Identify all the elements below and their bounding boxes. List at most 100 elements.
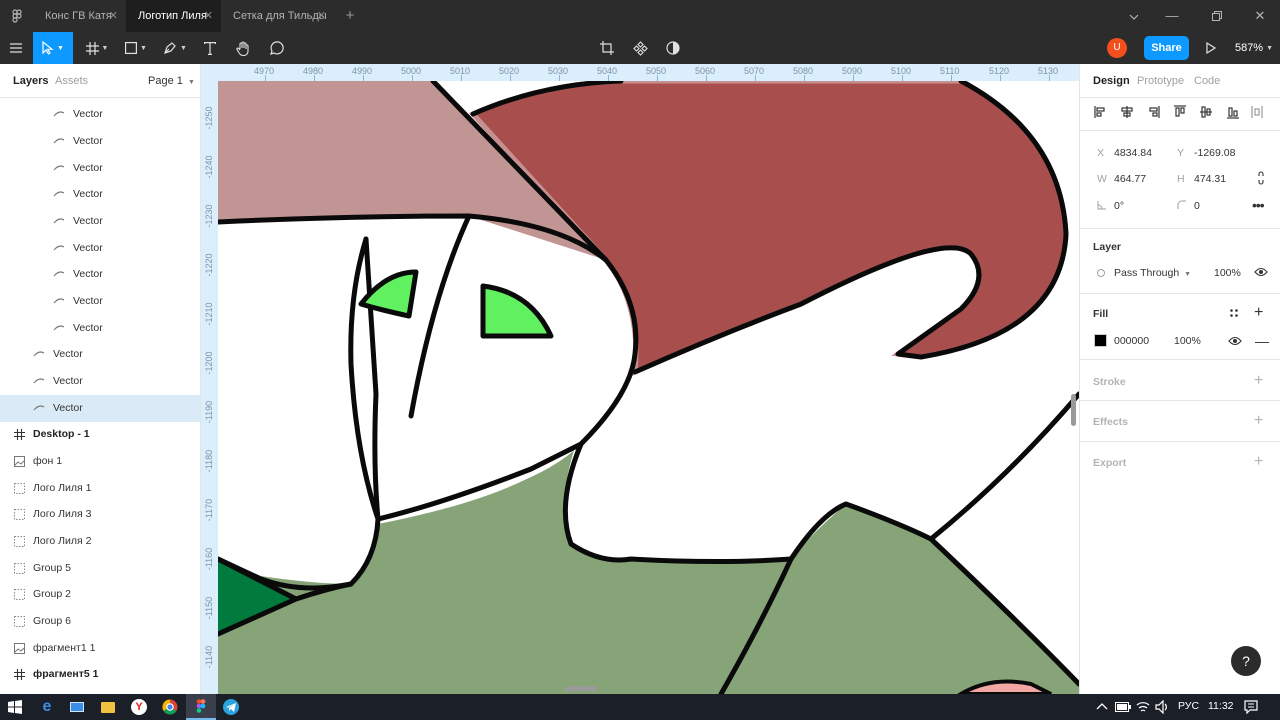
- layer-row[interactable]: фон 1: [0, 448, 200, 475]
- canvas[interactable]: 4970 4980 4990 5000 5010 5020 5030 5040 5050 5060…: [201, 64, 1079, 694]
- figma-app-icon[interactable]: [186, 694, 216, 720]
- tabs-dropdown-button[interactable]: [1116, 0, 1152, 32]
- close-window-button[interactable]: ✕: [1242, 0, 1278, 32]
- x-input[interactable]: 4834.84: [1114, 147, 1152, 159]
- tab-code[interactable]: Code: [1194, 75, 1220, 87]
- battery-icon[interactable]: [1115, 702, 1131, 712]
- comment-icon: [269, 40, 284, 55]
- layer-row[interactable]: Vector: [0, 341, 200, 368]
- canvas-vertical-scrollbar[interactable]: [1071, 394, 1076, 426]
- h-input[interactable]: 474.31: [1194, 173, 1226, 185]
- yandex-browser-icon[interactable]: Y: [124, 694, 154, 720]
- tab-prototype[interactable]: Prototype: [1137, 75, 1184, 87]
- more-options-icon[interactable]: •••: [1252, 197, 1265, 213]
- style-grid-icon[interactable]: [1229, 308, 1239, 318]
- vector-icon: [53, 188, 65, 200]
- tab-assets[interactable]: Assets: [55, 75, 88, 87]
- monitor-app-icon[interactable]: [62, 694, 92, 720]
- language-indicator[interactable]: РУС: [1178, 700, 1199, 712]
- new-tab-button[interactable]: +: [342, 0, 358, 32]
- volume-icon[interactable]: [1155, 699, 1169, 715]
- add-stroke-icon[interactable]: +: [1254, 372, 1263, 390]
- tray-chevron-icon[interactable]: [1096, 701, 1108, 713]
- tab-layers[interactable]: Layers: [13, 75, 48, 87]
- restore-button[interactable]: [1199, 0, 1235, 32]
- component-button[interactable]: [629, 32, 651, 64]
- layer-row[interactable]: Group 6: [0, 608, 200, 635]
- constrain-proportions-icon[interactable]: [1256, 170, 1266, 186]
- layer-row[interactable]: фрагмент1 1: [0, 635, 200, 662]
- fill-opacity-input[interactable]: 100%: [1174, 335, 1201, 347]
- wifi-icon[interactable]: [1136, 700, 1150, 714]
- file-explorer-icon[interactable]: [93, 694, 123, 720]
- tab-file-1[interactable]: Конс ГВ Катя ✕: [33, 0, 126, 32]
- close-icon[interactable]: ✕: [317, 0, 326, 32]
- hand-tool-button[interactable]: [231, 32, 255, 64]
- fill-eye-icon[interactable]: [1228, 336, 1242, 346]
- shape-tool-button[interactable]: ▼: [119, 32, 153, 64]
- text-icon: [204, 41, 216, 55]
- layer-row[interactable]: Лого Лиля 1: [0, 475, 200, 502]
- layer-opacity-input[interactable]: 100%: [1214, 267, 1241, 279]
- layer-row[interactable]: Group 2: [0, 581, 200, 608]
- tab-file-2[interactable]: Логотип Лиля ✕: [126, 0, 221, 32]
- page-selector[interactable]: Page 1 ▼: [148, 75, 195, 87]
- y-input[interactable]: -1269.08: [1194, 147, 1235, 159]
- text-tool-button[interactable]: [198, 32, 222, 64]
- remove-fill-icon[interactable]: —: [1255, 333, 1269, 349]
- comment-tool-button[interactable]: [264, 32, 288, 64]
- close-icon[interactable]: ✕: [109, 0, 118, 32]
- layer-row[interactable]: Vector: [0, 181, 200, 208]
- rotation-input[interactable]: 0°: [1114, 200, 1124, 212]
- close-icon[interactable]: ✕: [204, 0, 213, 32]
- pen-tool-button[interactable]: ▼: [158, 32, 192, 64]
- move-tool-button[interactable]: ▼: [33, 32, 73, 64]
- frame-tool-button[interactable]: ▼: [80, 32, 114, 64]
- minimize-button[interactable]: —: [1154, 0, 1190, 32]
- corner-radius-input[interactable]: 0: [1194, 200, 1200, 212]
- crop-button[interactable]: [596, 32, 618, 64]
- canvas-scroll-handle[interactable]: [565, 686, 597, 691]
- layer-row[interactable]: Vector: [0, 128, 200, 155]
- clock[interactable]: 11:32: [1208, 700, 1234, 712]
- add-fill-icon[interactable]: +: [1254, 304, 1263, 322]
- edge-icon[interactable]: e: [32, 694, 62, 720]
- main-menu-button[interactable]: [4, 32, 28, 64]
- eye-icon[interactable]: [1254, 267, 1268, 277]
- layer-row[interactable]: Vector: [0, 235, 200, 262]
- blend-mode-select[interactable]: Pass Through ▼: [1114, 267, 1191, 279]
- layer-row[interactable]: Vector: [0, 208, 200, 235]
- figma-logo-icon[interactable]: [10, 9, 24, 23]
- tab-file-3[interactable]: Сетка для Тильды ✕: [221, 0, 334, 32]
- layer-row[interactable]: фрагмент5 1: [0, 661, 200, 688]
- layer-row[interactable]: Vector: [0, 315, 200, 342]
- help-button[interactable]: ?: [1231, 646, 1261, 676]
- tab-design[interactable]: Design: [1093, 75, 1130, 87]
- present-button[interactable]: [1201, 32, 1221, 64]
- layer-row[interactable]: Vector: [0, 395, 200, 422]
- mask-button[interactable]: [662, 32, 684, 64]
- add-export-icon[interactable]: +: [1254, 453, 1263, 471]
- windows-start-icon[interactable]: [0, 694, 30, 720]
- layer-row[interactable]: Vector: [0, 288, 200, 315]
- fill-hex-input[interactable]: 000000: [1114, 335, 1149, 347]
- add-effect-icon[interactable]: +: [1254, 412, 1263, 430]
- zoom-dropdown[interactable]: 587% ▼: [1232, 32, 1276, 64]
- notifications-icon[interactable]: [1244, 700, 1258, 715]
- illustration[interactable]: [201, 64, 1079, 694]
- telegram-icon[interactable]: [216, 694, 246, 720]
- layer-row[interactable]: Vector: [0, 368, 200, 395]
- chrome-icon[interactable]: [155, 694, 185, 720]
- layer-row[interactable]: Vector: [0, 155, 200, 182]
- layer-row[interactable]: Лого Лиля 3: [0, 501, 200, 528]
- layer-label: Vector: [73, 215, 103, 228]
- layer-row[interactable]: Group 5: [0, 555, 200, 582]
- fill-color-swatch[interactable]: [1094, 334, 1107, 347]
- layer-row[interactable]: Vector: [0, 101, 200, 128]
- layer-row[interactable]: Лого Лиля 2: [0, 528, 200, 555]
- w-input[interactable]: 464.77: [1114, 173, 1146, 185]
- avatar[interactable]: U: [1106, 32, 1128, 64]
- layer-row[interactable]: Vector: [0, 261, 200, 288]
- layer-row[interactable]: Desktop - 1: [0, 421, 200, 448]
- share-button[interactable]: Share: [1144, 36, 1189, 60]
